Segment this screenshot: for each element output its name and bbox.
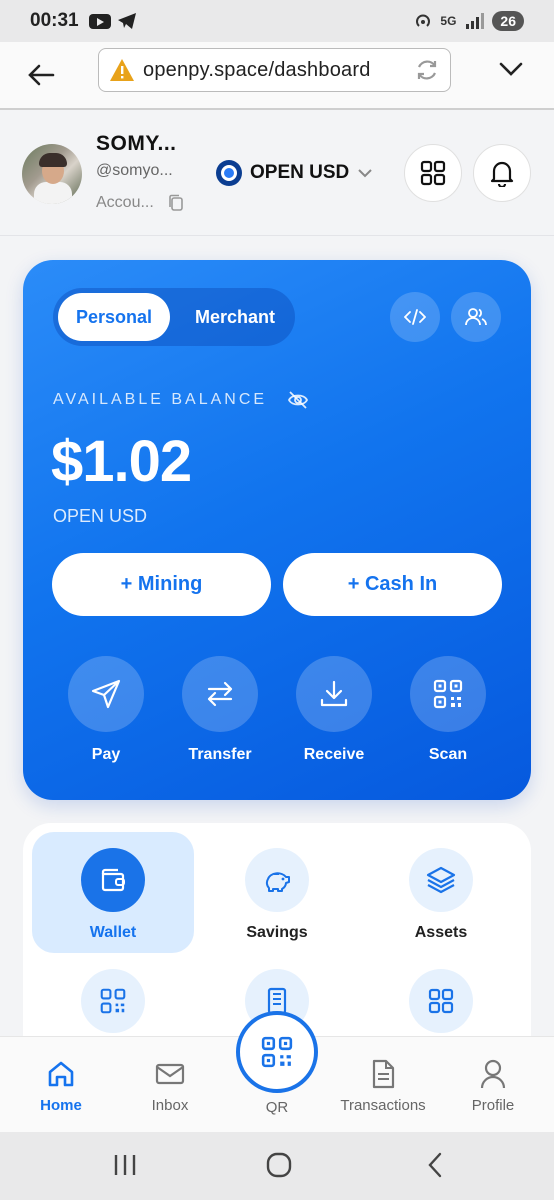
nav-home-label: Home — [40, 1097, 82, 1114]
account-label: Accou... — [96, 194, 154, 211]
app-header: SOMY... @somyo... Accou... OPEN USD — [0, 110, 554, 236]
nav-profile[interactable]: Profile — [443, 1059, 543, 1114]
recents-button[interactable] — [110, 1150, 140, 1180]
url-bar[interactable]: openpy.space/dashboard — [98, 48, 451, 92]
layers-icon — [426, 866, 456, 894]
nav-home[interactable]: Home — [11, 1059, 111, 1114]
chevron-down-icon — [358, 169, 372, 178]
scan-label: Scan — [428, 746, 468, 763]
youtube-icon — [88, 13, 111, 29]
wallet-icon — [101, 868, 125, 892]
reload-icon[interactable] — [414, 57, 440, 83]
account-type-toggle: Personal Merchant — [53, 288, 295, 346]
receive-action[interactable]: Receive — [289, 656, 379, 764]
balance-label-row: AVAILABLE BALANCE — [53, 390, 309, 410]
tab-personal[interactable]: Personal — [58, 293, 170, 341]
home-system-button[interactable] — [264, 1150, 294, 1180]
balance-currency: OPEN USD — [53, 506, 148, 526]
chevron-left-icon — [428, 1152, 442, 1178]
signal-icon — [466, 13, 485, 29]
tile-assets-label: Assets — [414, 924, 468, 941]
scan-action[interactable]: Scan — [403, 656, 493, 764]
tile-assets[interactable]: Assets — [360, 832, 522, 953]
tab-merchant[interactable]: Merchant — [179, 293, 291, 341]
eye-off-icon[interactable] — [287, 390, 309, 410]
grid-icon — [428, 988, 454, 1014]
status-right: 5G 26 — [414, 11, 524, 31]
nav-transactions-label: Transactions — [340, 1097, 426, 1114]
bell-icon — [490, 161, 514, 187]
tile-savings-label: Savings — [246, 924, 308, 941]
notification-icons — [88, 12, 137, 30]
transfer-action[interactable]: Transfer — [175, 656, 265, 764]
status-time: 00:31 — [30, 10, 79, 31]
tabs-dropdown-button[interactable] — [498, 56, 524, 87]
tile-wallet-label: Wallet — [89, 924, 137, 941]
currency-label: OPEN USD — [250, 162, 350, 183]
download-icon — [320, 680, 348, 707]
notifications-button[interactable] — [473, 144, 531, 202]
nav-inbox[interactable]: Inbox — [120, 1059, 220, 1114]
pay-label: Pay — [91, 746, 121, 763]
system-navigation — [0, 1132, 554, 1200]
network-type: 5G — [440, 14, 457, 28]
pay-action[interactable]: Pay — [61, 656, 151, 764]
qr-scan-icon — [433, 679, 463, 709]
avatar[interactable] — [22, 144, 82, 204]
warning-icon — [110, 59, 134, 81]
url-text: openpy.space/dashboard — [143, 58, 371, 81]
transfer-label: Transfer — [188, 746, 252, 763]
open-usd-coin-icon — [216, 160, 242, 186]
nav-qr-label: QR — [265, 1099, 289, 1116]
receive-label: Receive — [303, 746, 365, 763]
tile-wallet[interactable]: Wallet — [32, 832, 194, 953]
back-system-button[interactable] — [420, 1150, 450, 1180]
browser-toolbar: openpy.space/dashboard — [0, 42, 554, 110]
bottom-navigation: Home Inbox QR Transactions Profile — [0, 1011, 554, 1132]
code-icon — [404, 309, 426, 325]
cash-in-button[interactable]: + Cash In — [283, 553, 502, 616]
developer-button[interactable] — [390, 292, 440, 342]
copy-icon[interactable] — [168, 194, 184, 212]
back-button[interactable] — [24, 58, 58, 92]
users-icon — [465, 308, 487, 326]
grid-icon — [420, 160, 446, 186]
currency-selector[interactable]: OPEN USD — [216, 160, 373, 186]
nav-profile-label: Profile — [471, 1097, 515, 1114]
send-icon — [91, 679, 121, 709]
recents-icon — [114, 1155, 136, 1175]
balance-label: AVAILABLE BALANCE — [53, 391, 268, 408]
apps-button[interactable] — [404, 144, 462, 202]
status-bar: 00:31 5G 26 — [0, 0, 554, 42]
document-icon — [372, 1059, 395, 1089]
transfer-icon — [207, 681, 233, 707]
tile-savings[interactable]: Savings — [196, 832, 358, 953]
chevron-down-icon — [499, 62, 523, 76]
mail-icon — [155, 1063, 185, 1085]
arrow-left-icon — [28, 64, 55, 86]
home-icon — [48, 1061, 74, 1087]
mining-button[interactable]: + Mining — [52, 553, 271, 616]
account-id: Accou... — [96, 194, 184, 212]
contacts-button[interactable] — [451, 292, 501, 342]
user-name: SOMY... — [96, 132, 177, 155]
nav-inbox-label: Inbox — [151, 1097, 189, 1114]
piggy-bank-icon — [265, 872, 290, 892]
user-icon — [480, 1059, 506, 1089]
nav-transactions[interactable]: Transactions — [333, 1059, 433, 1114]
battery-level: 26 — [492, 11, 524, 31]
qr-code-icon — [261, 1036, 293, 1068]
balance-card: Personal Merchant AVAILABLE BALANCE $1.0… — [23, 260, 531, 800]
telegram-icon — [117, 13, 136, 29]
balance-amount: $1.02 — [51, 429, 192, 494]
user-handle: @somyo... — [96, 162, 173, 179]
hotspot-icon — [416, 14, 431, 27]
qr-code-icon — [100, 988, 126, 1014]
home-circle-icon — [266, 1152, 292, 1178]
qr-fab-button[interactable] — [236, 1011, 318, 1093]
